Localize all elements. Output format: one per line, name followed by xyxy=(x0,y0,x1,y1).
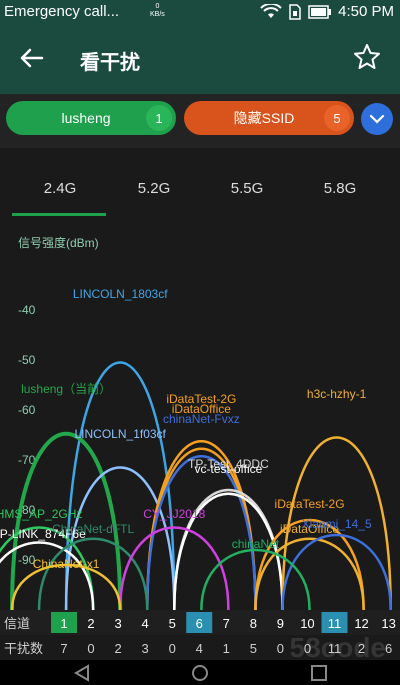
filter-bar: lusheng 1 隐藏SSID 5 xyxy=(0,94,400,148)
channel-tick: 9 xyxy=(277,616,284,631)
filter-chip-current-network[interactable]: lusheng 1 xyxy=(6,101,176,135)
network-name-label: Xiaomi_14_5 xyxy=(302,517,372,531)
channel-tick: 1 xyxy=(60,616,67,631)
status-bar: Emergency call... 0 KB/s 4:50 PM xyxy=(0,0,400,24)
tab-2-4g[interactable]: 2.4G xyxy=(10,180,110,197)
channel-tick: 10 xyxy=(300,616,314,631)
network-speed-unit: KB/s xyxy=(150,11,165,18)
back-arrow-icon[interactable] xyxy=(18,44,46,72)
chevron-down-icon xyxy=(369,114,385,124)
filter-chip-hidden-ssid[interactable]: 隐藏SSID 5 xyxy=(184,101,354,135)
channel-tick: 11 xyxy=(328,616,342,631)
interference-count: 0 xyxy=(87,641,94,656)
star-favorite-icon[interactable] xyxy=(352,42,382,72)
nav-home-icon[interactable] xyxy=(190,663,210,683)
filter-chip-label: lusheng xyxy=(61,110,111,126)
filter-chip-count: 1 xyxy=(146,105,172,131)
expand-filters-button[interactable] xyxy=(361,103,393,135)
network-name-label: CY_JJ2018 xyxy=(143,507,205,521)
channel-axis-label: 信道 xyxy=(4,616,30,631)
tab-selected-indicator xyxy=(12,213,106,216)
network-name-label: LINCOLN_1803cf xyxy=(73,287,168,301)
y-tick-label: -60 xyxy=(18,403,36,417)
interference-count: 7 xyxy=(60,641,67,656)
interference-count: 5 xyxy=(250,641,257,656)
tab-5-8g[interactable]: 5.8G xyxy=(290,180,390,197)
network-name-label: vc-test-office xyxy=(194,462,262,476)
y-tick-label: -50 xyxy=(18,353,36,367)
channel-tick: 4 xyxy=(142,616,149,631)
channel-tick: 7 xyxy=(223,616,230,631)
channel-tick: 3 xyxy=(114,616,121,631)
network-curve xyxy=(146,455,257,610)
interference-count: 0 xyxy=(169,641,176,656)
interference-count: 2 xyxy=(114,641,121,656)
interference-count: 0 xyxy=(277,641,284,656)
y-axis-label: 信号强度(dBm) xyxy=(18,235,99,250)
channel-tick: 12 xyxy=(354,616,368,631)
signal-strength-chart: 信号强度(dBm) -40-50-60-70-80-90 LINCOLN_180… xyxy=(0,235,392,610)
network-name-label: ChinaNet-dFTL xyxy=(52,522,134,536)
interference-count: 6 xyxy=(385,641,392,656)
sim-card-icon xyxy=(289,3,301,20)
nav-back-icon[interactable] xyxy=(72,664,92,682)
interference-count: 3 xyxy=(142,641,149,656)
network-speed: 0 KB/s xyxy=(150,3,165,19)
interference-count: 1 xyxy=(223,641,230,656)
network-name-label: lusheng（当前） xyxy=(21,381,111,396)
y-tick-label: -40 xyxy=(18,303,36,317)
nav-recents-icon[interactable] xyxy=(310,664,328,682)
network-name-label: chinaNet-Fvxz xyxy=(163,412,240,426)
carrier-text: Emergency call... xyxy=(4,3,120,20)
network-name-label: chinaNet xyxy=(232,537,280,551)
network-name-label: HMS_AP_2GHz xyxy=(0,507,82,521)
channel-tick: 2 xyxy=(87,616,94,631)
network-name-label: iDataTest-2G xyxy=(275,497,345,511)
clock: 4:50 PM xyxy=(338,3,394,20)
network-name-label: LINCOLN_1f03cf xyxy=(75,427,167,441)
interference-axis-label: 干扰数 xyxy=(4,641,43,656)
wifi-icon xyxy=(260,3,282,18)
channel-tick: 5 xyxy=(169,616,176,631)
network-name-label: ChinaNet-x1 xyxy=(33,557,100,571)
network-name-label: h3c-hzhy-1 xyxy=(307,387,367,401)
navigation-bar xyxy=(0,660,400,685)
page-title: 看干扰 xyxy=(80,52,140,74)
network-speed-value: 0 xyxy=(155,3,160,10)
filter-chip-count: 5 xyxy=(324,105,350,131)
channel-tick: 13 xyxy=(381,616,395,631)
band-tabs: 2.4G 5.2G 5.5G 5.8G xyxy=(0,148,400,218)
interference-count: 4 xyxy=(196,641,203,656)
channel-tick: 6 xyxy=(196,616,203,631)
battery-icon xyxy=(308,4,332,19)
tab-5-5g[interactable]: 5.5G xyxy=(197,180,297,197)
tab-5-2g[interactable]: 5.2G xyxy=(104,180,204,197)
filter-chip-label: 隐藏SSID xyxy=(233,110,295,126)
app-bar: 看干扰 xyxy=(0,24,400,94)
channel-tick: 8 xyxy=(250,616,257,631)
